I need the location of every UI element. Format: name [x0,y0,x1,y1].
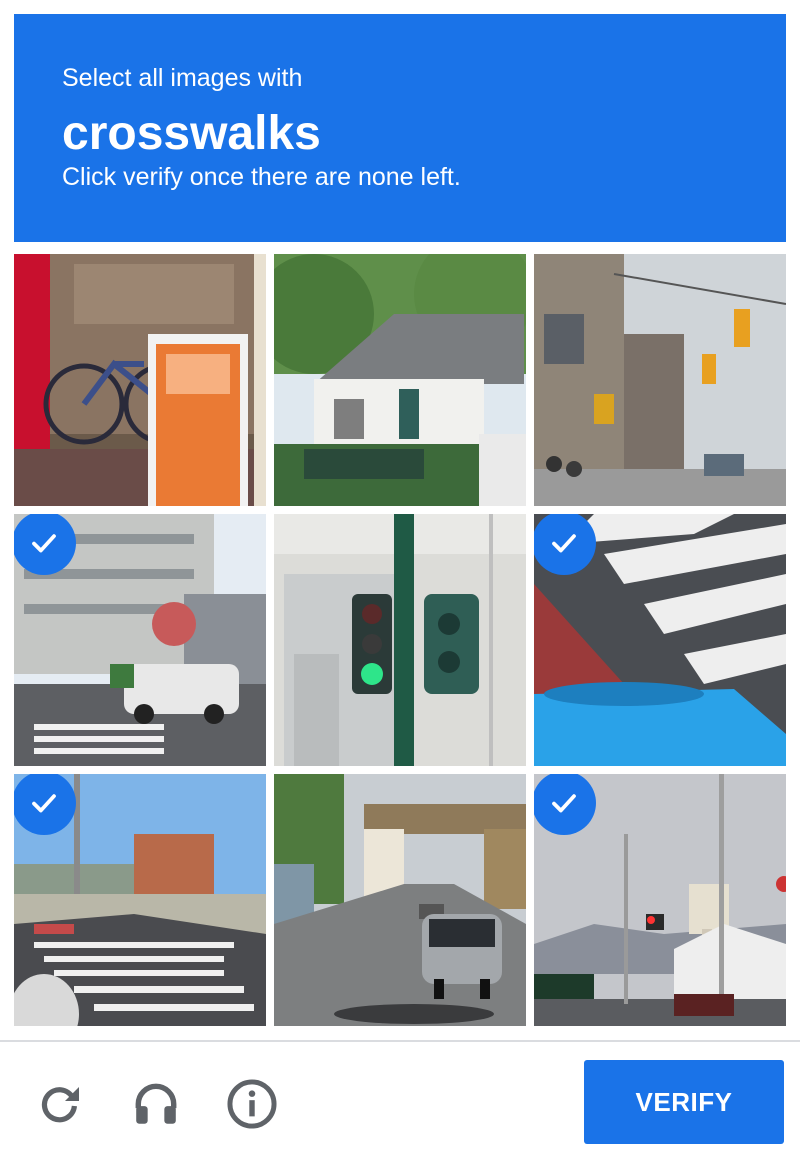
tile-image-car-bridge [274,774,526,1026]
audio-icon[interactable] [126,1074,186,1134]
tile-image-house [274,254,526,506]
image-grid [14,254,786,1026]
captcha-challenge: Select all images with crosswalks Click … [0,0,800,1160]
image-tile-5[interactable] [274,514,526,766]
instruction-text: Select all images with [62,64,303,92]
image-tile-1[interactable] [14,254,266,506]
image-tile-2[interactable] [274,254,526,506]
instruction-subtext: Click verify once there are none left. [62,163,461,191]
tile-image-bicycles [14,254,266,506]
tile-image-pedestrian-signal [274,514,526,766]
image-tile-6[interactable] [534,514,786,766]
reload-icon[interactable] [30,1074,90,1134]
image-tile-4[interactable] [14,514,266,766]
challenge-header: Select all images with crosswalks Click … [14,14,786,242]
tile-image-street [534,254,786,506]
footer-divider [0,1040,800,1042]
image-tile-8[interactable] [274,774,526,1026]
info-icon[interactable] [222,1074,282,1134]
verify-button[interactable]: VERIFY [584,1060,784,1144]
image-tile-3[interactable] [534,254,786,506]
image-tile-7[interactable] [14,774,266,1026]
challenge-keyword: crosswalks [62,107,321,160]
image-tile-9[interactable] [534,774,786,1026]
